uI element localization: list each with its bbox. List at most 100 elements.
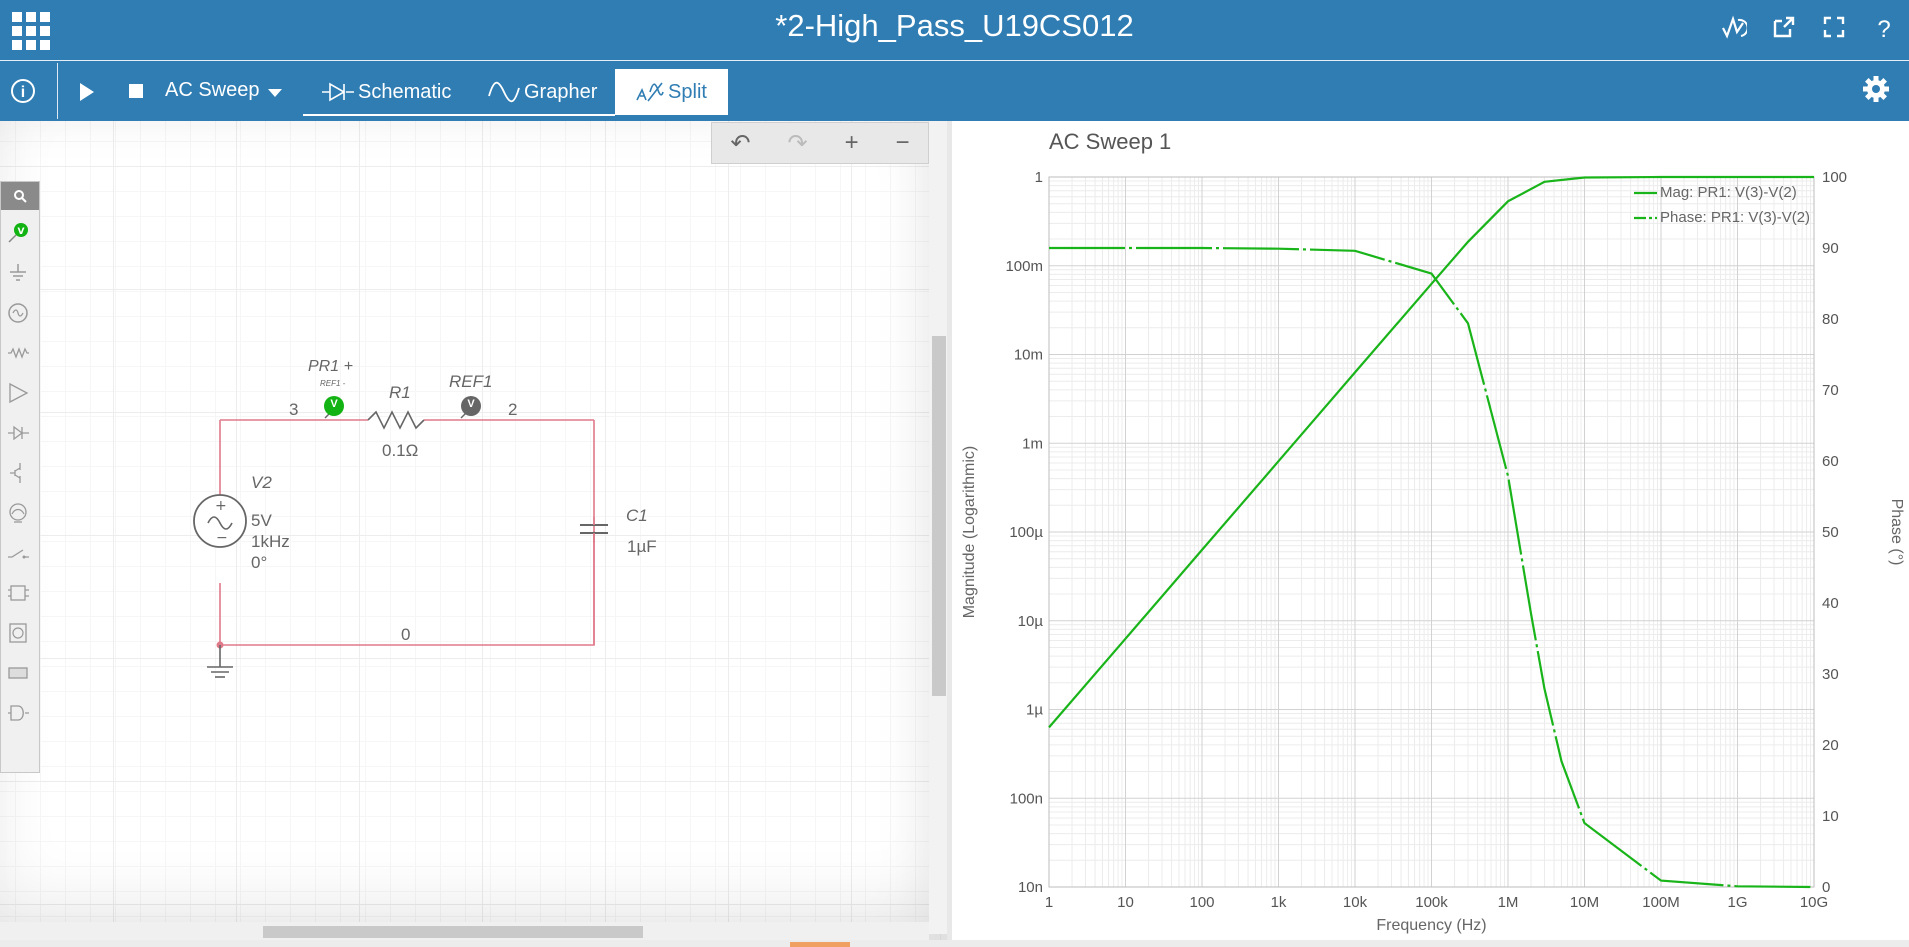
tab-split-label: Split [668, 80, 707, 103]
horizontal-scrollbar[interactable] [0, 922, 929, 940]
popout-icon[interactable] [1771, 15, 1797, 45]
probe-icon[interactable]: V [3, 222, 33, 252]
play-icon[interactable] [80, 83, 94, 101]
fullscreen-icon[interactable] [1821, 15, 1847, 45]
y2-tick-label: 10 [1822, 808, 1839, 825]
y-tick-label: 1 [1035, 169, 1043, 186]
analysis-select[interactable]: AC Sweep [165, 79, 260, 102]
y-tick-label: 100n [1010, 790, 1043, 807]
toolbar: i AC Sweep Schematic Grapher Split [0, 61, 1909, 121]
y-tick-label: 100µ [1009, 524, 1043, 541]
source-icon[interactable] [3, 302, 33, 332]
schematic-canvas[interactable]: + − PR1 + REF1 - V V REF1 3 2 0 R1 0.1Ω … [0, 121, 947, 940]
x-tick-label: 1 [1045, 894, 1053, 911]
y-tick-label: 10m [1014, 347, 1043, 364]
tab-split[interactable]: Split [615, 69, 728, 115]
probe-name: PR1 [308, 358, 340, 375]
ac-sweep-chart[interactable]: AC Sweep 1 1 10 100 1k 10k 100k 1M 10M 100M 1G 10G… [952, 121, 1909, 940]
x-tick-label: 1k [1271, 894, 1287, 911]
source-frequency: 1kHz [251, 532, 290, 551]
opamp-icon[interactable] [3, 382, 33, 412]
y2-tick-label: 50 [1822, 524, 1839, 541]
svg-text:+: + [215, 498, 227, 514]
x-axis-label: Frequency (Hz) [1376, 917, 1486, 934]
node-2-label: 2 [508, 400, 518, 419]
x-tick-label: 10 [1117, 894, 1134, 911]
display-icon[interactable] [3, 662, 33, 692]
x-tick-label: 1G [1727, 894, 1747, 911]
toolbar-divider [57, 63, 58, 119]
source-phase: 0° [251, 553, 268, 572]
y2-tick-label: 0 [1822, 879, 1830, 896]
capacitor-name: C1 [626, 506, 648, 525]
trace-icon[interactable] [1721, 15, 1749, 45]
resistor-icon[interactable] [3, 342, 33, 372]
y2-tick-label: 30 [1822, 666, 1839, 683]
ref-v-label: V [467, 398, 475, 410]
gear-icon[interactable] [1861, 74, 1891, 112]
y2-tick-label: 20 [1822, 737, 1839, 754]
x-tick-label: 100k [1415, 894, 1448, 911]
node-3-label: 3 [289, 400, 299, 419]
tab-schematic[interactable]: Schematic [322, 70, 451, 114]
lamp-icon[interactable] [3, 502, 33, 532]
tab-schematic-label: Schematic [358, 80, 452, 103]
vertical-scrollbar[interactable] [929, 121, 947, 934]
capacitor-value: 1µF [627, 537, 657, 556]
ref-label: REF1 [449, 372, 493, 391]
y2-tick-label: 60 [1822, 453, 1839, 470]
zoom-out-icon[interactable]: − [896, 129, 910, 157]
probe-label: PR1 + [308, 358, 353, 376]
source-amplitude: 5V [251, 511, 272, 530]
source-params: 5V 1kHz 0° [251, 510, 290, 573]
source-name: V2 [251, 473, 272, 492]
sine-icon [488, 81, 520, 103]
x-tick-label: 10k [1343, 894, 1368, 911]
y-tick-label: 100m [1005, 258, 1043, 275]
ground-symbol [207, 645, 233, 678]
info-icon[interactable]: i [11, 79, 35, 103]
transistor-icon[interactable] [3, 462, 33, 492]
y2-tick-label: 100 [1822, 169, 1847, 186]
x-tick-label: 10G [1800, 894, 1828, 911]
probe-v-label: V [330, 398, 338, 410]
node-0-label: 0 [401, 625, 411, 644]
tab-grapher-label: Grapher [524, 80, 598, 103]
zoom-in-icon[interactable]: + [845, 129, 859, 157]
resistor-r1 [367, 410, 425, 430]
resistor-name: R1 [389, 383, 411, 402]
chevron-down-icon[interactable] [268, 89, 282, 97]
y-tick-label: 1m [1022, 435, 1043, 452]
canvas-controls: ↶ ↷ + − [711, 122, 929, 164]
x-tick-label: 100 [1189, 894, 1214, 911]
split-icon [636, 82, 664, 102]
horizontal-scroll-thumb[interactable] [263, 926, 643, 938]
y2-tick-label: 70 [1822, 382, 1839, 399]
gate-icon[interactable] [3, 702, 33, 732]
chart-title: AC Sweep 1 [1049, 129, 1171, 154]
circuit-diagram: + − [193, 396, 608, 678]
vertical-scroll-thumb[interactable] [932, 336, 946, 696]
document-title: *2-High_Pass_U19CS012 [775, 8, 1134, 43]
y2-tick-label: 40 [1822, 595, 1839, 612]
undo-icon[interactable]: ↶ [730, 129, 750, 158]
search-icon[interactable] [1, 182, 39, 210]
x-tick-label: 100M [1642, 894, 1680, 911]
title-bar: *2-High_Pass_U19CS012 ? [0, 0, 1909, 61]
svg-text:V: V [18, 227, 25, 237]
resistor-value: 0.1Ω [382, 441, 419, 460]
status-strip [0, 940, 1909, 947]
tab-underline [303, 114, 615, 116]
ground-icon[interactable] [3, 262, 33, 292]
switch-icon[interactable] [3, 542, 33, 572]
redo-icon[interactable]: ↷ [788, 129, 808, 158]
x-tick-label: 1M [1498, 894, 1519, 911]
diode-icon[interactable] [3, 422, 33, 452]
ic-icon[interactable] [3, 582, 33, 612]
help-icon[interactable]: ? [1871, 15, 1897, 45]
stop-icon[interactable] [129, 84, 143, 98]
y-tick-label: 10n [1018, 879, 1043, 896]
legend-entry: Mag: PR1: V(3)-V(2) [1660, 184, 1797, 201]
meter-icon[interactable] [3, 622, 33, 652]
tab-grapher[interactable]: Grapher [488, 70, 597, 114]
